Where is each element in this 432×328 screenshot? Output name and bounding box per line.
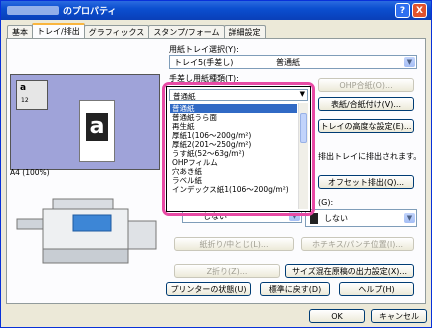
- paper-size-label: A4 (100%): [10, 168, 50, 177]
- output-select-label: (G):: [318, 198, 334, 207]
- ok-button[interactable]: OK: [309, 309, 365, 323]
- chevron-down-icon: ▼: [289, 211, 300, 221]
- tab-strip: 基本 トレイ/排出 グラフィックス スタンプ/フォーム 詳細設定: [7, 23, 266, 39]
- tab-tray-output[interactable]: トレイ/排出: [32, 23, 85, 38]
- title-bar[interactable]: のプロパティ ? X: [1, 1, 431, 20]
- tab-stamp-form[interactable]: スタンプ/フォーム: [148, 25, 225, 38]
- list-item[interactable]: ラベル紙: [170, 176, 297, 185]
- list-item[interactable]: OHPフィルム: [170, 158, 297, 167]
- close-button[interactable]: X: [412, 3, 427, 18]
- list-item[interactable]: 穴あき紙: [170, 167, 297, 176]
- paper-type-select[interactable]: 普通紙 ▼: [169, 89, 308, 101]
- fold-booklet-button[interactable]: 紙折り/中とじ(L)...: [174, 237, 294, 251]
- left-output-value: しない: [203, 212, 227, 221]
- list-item[interactable]: 普通紙うら面: [170, 113, 297, 122]
- properties-dialog: のプロパティ ? X 基本 トレイ/排出 グラフィックス スタンプ/フォーム 詳…: [0, 0, 432, 328]
- stapler-icon: [310, 213, 318, 224]
- dropdown-scrollbar[interactable]: [298, 103, 308, 209]
- list-item[interactable]: 再生紙: [170, 122, 297, 131]
- tab-basic[interactable]: 基本: [7, 25, 33, 38]
- tray-advanced-button[interactable]: トレイの高度な設定(E)...: [318, 119, 414, 133]
- ohp-interleave-button[interactable]: OHP合紙(O)...: [318, 78, 414, 92]
- output-select-value: しない: [324, 214, 348, 223]
- output-select[interactable]: しない ▼: [305, 209, 417, 227]
- help-button[interactable]: ヘルプ(H): [339, 282, 414, 296]
- tab-graphics[interactable]: グラフィックス: [83, 25, 150, 38]
- paper-sheet-icon: a: [79, 100, 115, 162]
- tray-select-label: 用紙トレイ選択(Y):: [169, 45, 239, 54]
- list-item[interactable]: 普通紙: [170, 104, 297, 113]
- tray-number: 12: [21, 97, 29, 104]
- cancel-button[interactable]: キャンセル: [371, 309, 427, 323]
- output-message: 排出トレイに排出されます。: [318, 152, 422, 161]
- offset-output-button[interactable]: オフセット排出(Q)...: [318, 175, 414, 189]
- manual-paper-label: 手差し用紙種類(T):: [169, 74, 239, 83]
- printer-name-redacted: [7, 6, 59, 15]
- z-fold-button[interactable]: Z折り(Z)...: [174, 264, 280, 278]
- help-title-button[interactable]: ?: [395, 3, 410, 18]
- mixed-size-output-button[interactable]: サイズ混在原稿の出力設定(X)...: [285, 264, 414, 278]
- printer-illustration: [16, 198, 157, 264]
- list-item[interactable]: インデックス紙1(106〜200g/m²): [170, 185, 297, 194]
- staple-punch-button[interactable]: ホチキス/パンチ位置(I)...: [301, 237, 414, 251]
- scrollbar-thumb[interactable]: [300, 113, 307, 143]
- paper-type-list: 普通紙 普通紙うら面 再生紙 厚紙1(106〜200g/m²) 厚紙2(201〜…: [170, 104, 297, 194]
- tab-advanced[interactable]: 詳細設定: [223, 25, 266, 38]
- list-item[interactable]: 厚紙2(201〜250g/m²): [170, 140, 297, 149]
- paper-preview: a 12 a: [10, 74, 160, 170]
- printer-status-button[interactable]: プリンターの状態(U): [166, 282, 251, 296]
- tray-stack-icon: a 12: [16, 80, 48, 110]
- chevron-down-icon: ▼: [404, 57, 415, 67]
- paper-type-current: 普通紙: [173, 92, 196, 101]
- tray-select-value: トレイ5(手差し): [174, 58, 234, 67]
- window-title: のプロパティ: [63, 7, 117, 17]
- chevron-down-icon: ▼: [404, 213, 415, 223]
- paper-type-dropdown[interactable]: 普通紙 ▼ 普通紙 普通紙うら面 再生紙 厚紙1(106〜200g/m²) 厚紙…: [166, 86, 311, 212]
- restore-defaults-button[interactable]: 標準に戻す(D): [260, 282, 330, 296]
- chevron-down-icon: ▼: [299, 90, 305, 98]
- tray-select-paper: 普通紙: [276, 58, 300, 67]
- list-item[interactable]: うす紙(52〜63g/m²): [170, 149, 297, 158]
- list-item[interactable]: 厚紙1(106〜200g/m²): [170, 131, 297, 140]
- tray-select[interactable]: トレイ5(手差し) 普通紙 ▼: [169, 55, 417, 69]
- cover-interleave-button[interactable]: 表紙/合紙付け(V)...: [318, 97, 414, 111]
